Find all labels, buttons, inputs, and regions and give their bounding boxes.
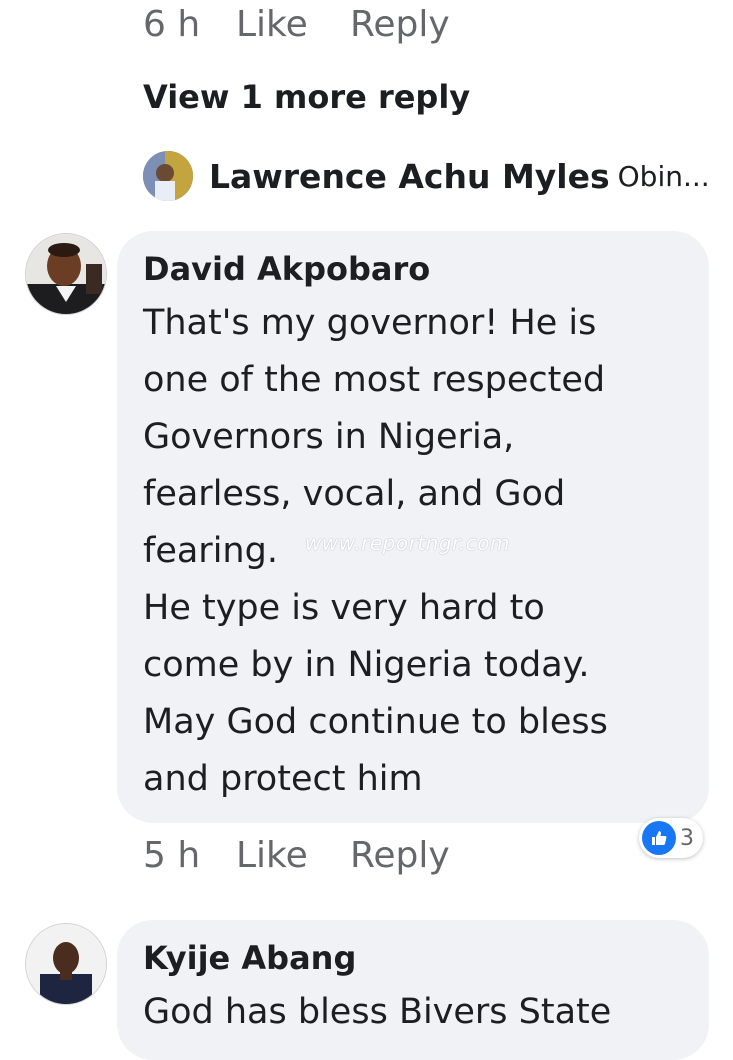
comment-timestamp: 6 h <box>143 3 201 45</box>
reply-author-name[interactable]: Lawrence Achu Myles <box>209 157 610 196</box>
previous-comment-actions: 6 h Like Reply <box>143 0 450 48</box>
reply-snippet: Obin... <box>617 159 710 193</box>
comment-timestamp: 5 h <box>143 834 201 876</box>
reply-button[interactable]: Reply <box>350 4 450 45</box>
like-button[interactable]: Like <box>236 4 350 45</box>
view-more-replies-link[interactable]: View 1 more reply <box>143 78 470 116</box>
like-button[interactable]: Like <box>236 835 350 876</box>
reply-button[interactable]: Reply <box>350 835 450 876</box>
reaction-count: 3 <box>680 825 694 851</box>
thumbs-up-icon <box>642 821 676 855</box>
comment-author-name[interactable]: David Akpobaro <box>143 247 683 291</box>
comment-bubble: David Akpobaro That's my governor! He is… <box>117 231 709 823</box>
watermark-text: www.reportngr.com <box>305 531 511 555</box>
comment-actions: 5 h Like Reply <box>143 830 450 880</box>
comment-text: God has bless Bivers State <box>143 992 612 1032</box>
reply-preview[interactable]: Lawrence Achu Myles Obin... <box>143 148 713 204</box>
comment-bubble: Kyije Abang God has bless Bivers State <box>117 920 709 1060</box>
reaction-summary[interactable]: 3 <box>639 818 703 858</box>
avatar[interactable] <box>25 923 107 1005</box>
avatar[interactable] <box>25 233 107 315</box>
comment-author-name[interactable]: Kyije Abang <box>143 936 683 980</box>
avatar[interactable] <box>143 151 193 201</box>
